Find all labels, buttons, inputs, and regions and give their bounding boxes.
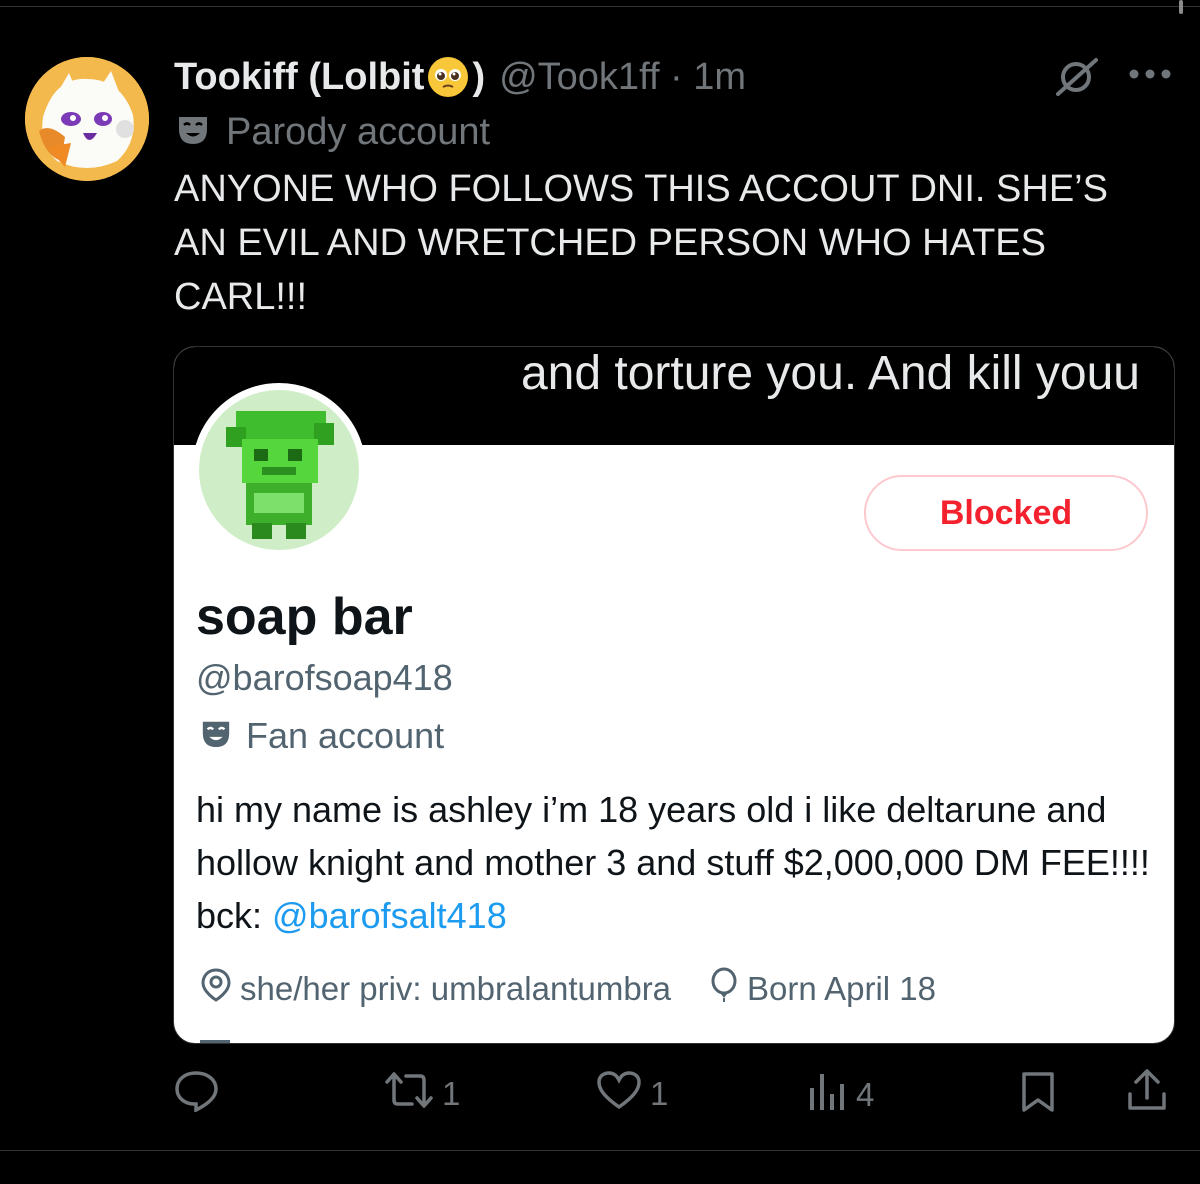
tweet-media-image[interactable]: and torture you. And kill youu Blocked s… — [173, 346, 1175, 1044]
birthday-text: Born April 18 — [747, 970, 936, 1007]
calendar-icon — [200, 1035, 560, 1043]
author-handle-time[interactable]: @Took1ff · 1m — [499, 56, 746, 99]
mask-icon — [176, 113, 210, 152]
location-icon — [200, 967, 232, 1011]
share-icon — [1126, 1068, 1168, 1120]
repost-count: 1 — [442, 1075, 461, 1112]
scroll-indicator[interactable] — [1179, 0, 1183, 14]
tweet-actions: 1 1 4 — [0, 1062, 1200, 1118]
top-divider — [0, 6, 1200, 7]
parody-label: Parody account — [176, 108, 490, 156]
balloon-icon — [709, 967, 739, 1011]
parody-label-text: Parody account — [226, 110, 491, 153]
fan-account-text: Fan account — [246, 715, 445, 756]
reply-icon — [174, 1070, 220, 1120]
location-item: she/her priv: umbralantumbra — [200, 967, 671, 1011]
bookmark-icon — [1020, 1070, 1056, 1122]
profile-display-name: soap bar — [196, 588, 413, 646]
author-name[interactable]: Tookiff (Lolbit — [174, 56, 424, 99]
birthday-item: Born April 18 — [709, 967, 936, 1011]
bio-mention-link[interactable]: @barofsalt418 — [272, 895, 507, 936]
author-avatar[interactable] — [25, 57, 149, 181]
profile-avatar — [192, 383, 366, 557]
fan-account-label: Fan account — [200, 715, 444, 757]
author-name-suffix: ) — [472, 55, 486, 98]
repost-icon — [384, 1070, 434, 1118]
views-count: 4 — [856, 1076, 875, 1113]
bookmark-button[interactable] — [1020, 1070, 1056, 1122]
mask-icon — [200, 718, 232, 755]
bottom-divider — [0, 1150, 1200, 1151]
share-button[interactable] — [1126, 1068, 1168, 1120]
profile-bio: hi my name is ashley i’m 18 years old i … — [196, 783, 1156, 942]
grok-icon[interactable] — [1054, 56, 1100, 96]
views-button[interactable]: 4 — [808, 1070, 874, 1120]
overlay-caption: and torture you. And kill youu — [520, 347, 1140, 400]
profile-handle: @barofsoap418 — [196, 657, 453, 698]
tweet-text: ANYONE WHO FOLLOWS THIS ACCOUT DNI. SHE’… — [174, 168, 1108, 318]
tweet-header: Tookiff (Lolbit ) @Took1ff · 1m — [174, 52, 746, 102]
more-icon[interactable] — [1128, 66, 1172, 82]
pleading-face-emoji-icon — [428, 57, 469, 97]
like-icon — [596, 1070, 642, 1118]
reply-button[interactable] — [174, 1070, 228, 1120]
views-icon — [808, 1070, 848, 1120]
like-count: 1 — [650, 1075, 669, 1112]
repost-button[interactable]: 1 — [384, 1070, 460, 1118]
location-text: she/her priv: umbralantumbra — [240, 970, 672, 1007]
profile-meta: she/her priv: umbralantumbra Born April … — [200, 967, 936, 1011]
blocked-button[interactable]: Blocked — [864, 475, 1148, 551]
like-button[interactable]: 1 — [596, 1070, 668, 1118]
